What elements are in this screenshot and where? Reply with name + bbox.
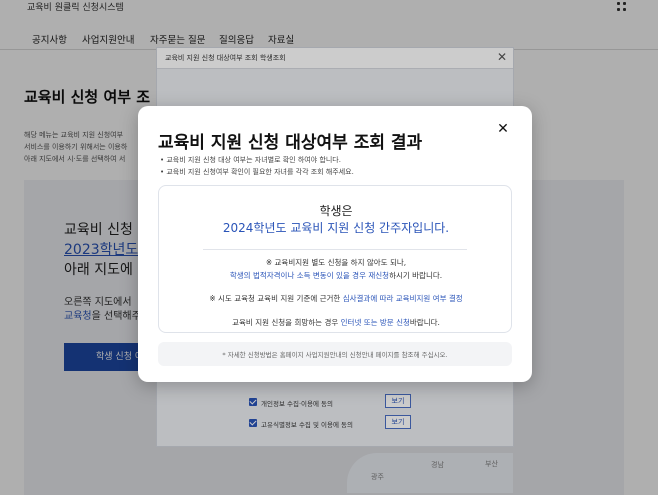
result-box: 학생은 2024학년도 교육비 지원 신청 간주자입니다. ※ 교육비지원 별도… (158, 185, 512, 333)
result-line-3: ※ 시도 교육청 교육비 지원 기준에 근거한 심사결과에 따라 교육비지원 여… (159, 293, 513, 304)
result-modal: 교육비 지원 신청 대상여부 조회 결과 ✕ • 교육비 지원 신청 대상 여부… (138, 106, 532, 382)
result-modal-title: 교육비 지원 신청 대상여부 조회 결과 (158, 133, 423, 153)
result-student: 학생은 (319, 204, 353, 218)
note-1: • 교육비 지원 신청 대상 여부는 자녀별로 확인 하여야 합니다. (160, 156, 341, 164)
result-line-2: 학생의 법적자격이나 소득 변동이 있을 경우 재신청하시기 바랍니다. (159, 270, 513, 281)
result-status: 2024학년도 교육비 지원 신청 간주자입니다. (222, 221, 450, 235)
result-line-3-a: ※ 시도 교육청 교육비 지원 기준에 근거한 (209, 294, 343, 303)
footer-note: * 자세한 신청방법은 홈페이지 사업지원안내의 신청안내 페이지를 참조해 주… (222, 351, 448, 359)
divider (203, 249, 467, 250)
result-line-1: ※ 교육비지원 별도 신청을 하지 않아도 되나, (265, 258, 407, 267)
result-line-3-blue: 심사결과에 따라 교육비지원 여부 결정 (342, 294, 463, 303)
result-line-2-rest: 하시기 바랍니다. (389, 271, 443, 280)
result-line-4: 교육비 지원 신청을 희망하는 경우 인터넷 또는 방문 신청바랍니다. (159, 317, 513, 328)
note-2: • 교육비 지원 신청여부 확인이 필요한 자녀를 각각 조회 해주세요. (160, 168, 354, 176)
result-line-4-rest: 바랍니다. (409, 318, 440, 327)
close-icon[interactable]: ✕ (496, 122, 510, 136)
result-line-2-blue: 학생의 법적자격이나 소득 변동이 있을 경우 재신청 (229, 271, 390, 280)
result-line-4-blue: 인터넷 또는 방문 신청 (340, 318, 410, 327)
footer-note-bar: * 자세한 신청방법은 홈페이지 사업지원안내의 신청안내 페이지를 참조해 주… (158, 342, 512, 366)
result-line-4-a: 교육비 지원 신청을 희망하는 경우 (232, 318, 341, 327)
